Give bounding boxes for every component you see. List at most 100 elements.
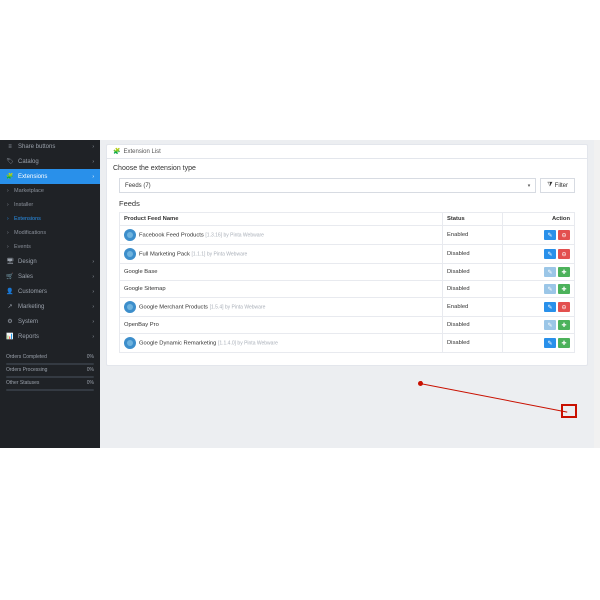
- uninstall-button[interactable]: ⊖: [558, 230, 570, 240]
- nav-icon: ⚙: [6, 318, 14, 325]
- nav-icon: 📊: [6, 333, 14, 340]
- table-row: Google Sitemap Disabled ✎✚: [120, 281, 575, 298]
- edit-button[interactable]: ✎: [544, 284, 556, 294]
- edit-button[interactable]: ✎: [544, 302, 556, 312]
- feed-name: Google Base: [124, 269, 158, 275]
- sidebar-item-reports[interactable]: 📊 Reports ›: [0, 329, 100, 344]
- table-row: Google BaseDisabled✎✚: [120, 264, 575, 281]
- chevron-right-icon: ›: [92, 289, 94, 295]
- nav-label: Catalog: [18, 159, 39, 165]
- col-name: Product Feed Name: [120, 213, 443, 226]
- cell-status: Enabled: [443, 226, 503, 245]
- cell-name: Google Sitemap: [120, 281, 443, 298]
- edit-button[interactable]: ✎: [544, 249, 556, 259]
- sidebar-item-customers[interactable]: 👤 Customers ›: [0, 284, 100, 299]
- sidebar-subitem-events[interactable]: Events: [0, 240, 100, 254]
- product-icon: [124, 337, 136, 349]
- cell-name: Google Base: [120, 264, 443, 281]
- cell-status: Disabled: [443, 281, 503, 298]
- feed-meta: [1.5.4] by Pinta Webware: [210, 305, 266, 311]
- panel-header: 🧩 Extension List: [107, 145, 587, 159]
- nav-icon: ↗: [6, 303, 14, 310]
- cell-status: Disabled: [443, 317, 503, 334]
- feeds-table: Product Feed Name Status Action Facebook…: [119, 212, 575, 353]
- nav-icon: ≡: [6, 144, 14, 150]
- chevron-right-icon: ›: [92, 334, 94, 340]
- sidebar-item-marketing[interactable]: ↗ Marketing ›: [0, 299, 100, 314]
- chevron-right-icon: ›: [92, 144, 94, 150]
- sidebar-item-sales[interactable]: 🛒Sales›: [0, 269, 100, 284]
- edit-button[interactable]: ✎: [544, 230, 556, 240]
- sidebar-subitem-extensions[interactable]: Extensions: [0, 212, 100, 226]
- feed-name: Google Dynamic Remarketing: [139, 341, 216, 347]
- sidebar-item-extensions[interactable]: 🧩Extensions›: [0, 169, 100, 184]
- order-stat: Orders Completed0%: [6, 352, 94, 362]
- scrollbar[interactable]: [594, 140, 600, 448]
- chevron-down-icon: ▾: [528, 183, 531, 189]
- feed-name: Facebook Feed Products: [139, 233, 204, 239]
- product-icon: [124, 248, 136, 260]
- cell-name: Google Dynamic Remarketing [1.1.4.0] by …: [120, 334, 443, 353]
- extension-panel: 🧩 Extension List Choose the extension ty…: [106, 144, 588, 366]
- install-button[interactable]: ✚: [558, 284, 570, 294]
- edit-button[interactable]: ✎: [544, 338, 556, 348]
- nav-label: Extensions: [18, 174, 47, 180]
- nav-label: Customers: [18, 289, 47, 295]
- cell-status: Disabled: [443, 334, 503, 353]
- feed-name: Full Marketing Pack: [139, 252, 190, 258]
- nav-label: System: [18, 319, 38, 325]
- nav-icon: 👤: [6, 288, 14, 295]
- sidebar-subitem-installer[interactable]: Installer: [0, 198, 100, 212]
- annotation-highlight: [561, 404, 577, 418]
- product-icon: [124, 301, 136, 313]
- cell-name: Facebook Feed Products [1.3.16] by Pinta…: [120, 226, 443, 245]
- nav-label: Share buttons: [18, 144, 55, 150]
- uninstall-button[interactable]: ⊖: [558, 302, 570, 312]
- sidebar-subitem-marketplace[interactable]: Marketplace: [0, 184, 100, 198]
- chevron-right-icon: ›: [92, 174, 94, 180]
- cell-action: ✎✚: [503, 264, 575, 281]
- cell-name: Google Merchant Products [1.5.4] by Pint…: [120, 298, 443, 317]
- nav-icon: 🏷: [6, 158, 14, 165]
- filter-icon: ⧩: [547, 182, 552, 189]
- puzzle-icon: 🧩: [113, 148, 120, 155]
- feed-name: Google Sitemap: [124, 286, 166, 292]
- nav-label: Sales: [18, 274, 33, 280]
- sidebar-item-design[interactable]: 🖥Design›: [0, 254, 100, 269]
- nav-label: Design: [18, 259, 37, 265]
- nav-icon: 🖥: [6, 258, 14, 265]
- cell-action: ✎✚: [503, 317, 575, 334]
- cell-status: Disabled: [443, 264, 503, 281]
- sidebar-item-share-buttons[interactable]: ≡ Share buttons ›: [0, 140, 100, 154]
- table-row: OpenBay ProDisabled✎✚: [120, 317, 575, 334]
- install-button[interactable]: ✚: [558, 320, 570, 330]
- sidebar-item-catalog[interactable]: 🏷Catalog›: [0, 154, 100, 169]
- nav-label: Reports: [18, 334, 39, 340]
- choose-label: Choose the extension type: [113, 165, 581, 172]
- cell-status: Enabled: [443, 298, 503, 317]
- select-value: Feeds (7): [125, 183, 151, 189]
- edit-button[interactable]: ✎: [544, 267, 556, 277]
- install-button[interactable]: ✚: [558, 338, 570, 348]
- sidebar-item-system[interactable]: ⚙System›: [0, 314, 100, 329]
- order-status-block: Orders Completed0%Orders Processing0%Oth…: [0, 350, 100, 393]
- table-row: Google Dynamic Remarketing [1.1.4.0] by …: [120, 334, 575, 353]
- chevron-right-icon: ›: [92, 274, 94, 280]
- nav-label: Marketing: [18, 304, 44, 310]
- uninstall-button[interactable]: ⊖: [558, 249, 570, 259]
- cell-action: ✎⊖: [503, 226, 575, 245]
- sidebar-subitem-modifications[interactable]: Modifications: [0, 226, 100, 240]
- cell-action: ✎⊖: [503, 298, 575, 317]
- filter-button[interactable]: ⧩ Filter: [540, 178, 575, 193]
- feed-meta: [1.1.4.0] by Pinta Webware: [218, 341, 278, 347]
- table-row: Facebook Feed Products [1.3.16] by Pinta…: [120, 226, 575, 245]
- extension-type-select[interactable]: Feeds (7) ▾: [119, 178, 536, 193]
- cell-action: ✎⊖: [503, 245, 575, 264]
- col-status: Status: [443, 213, 503, 226]
- edit-button[interactable]: ✎: [544, 320, 556, 330]
- install-button[interactable]: ✚: [558, 267, 570, 277]
- filter-label: Filter: [555, 183, 568, 189]
- feeds-heading: Feeds: [113, 199, 581, 212]
- chevron-right-icon: ›: [92, 304, 94, 310]
- feed-meta: [1.3.16] by Pinta Webware: [205, 233, 264, 239]
